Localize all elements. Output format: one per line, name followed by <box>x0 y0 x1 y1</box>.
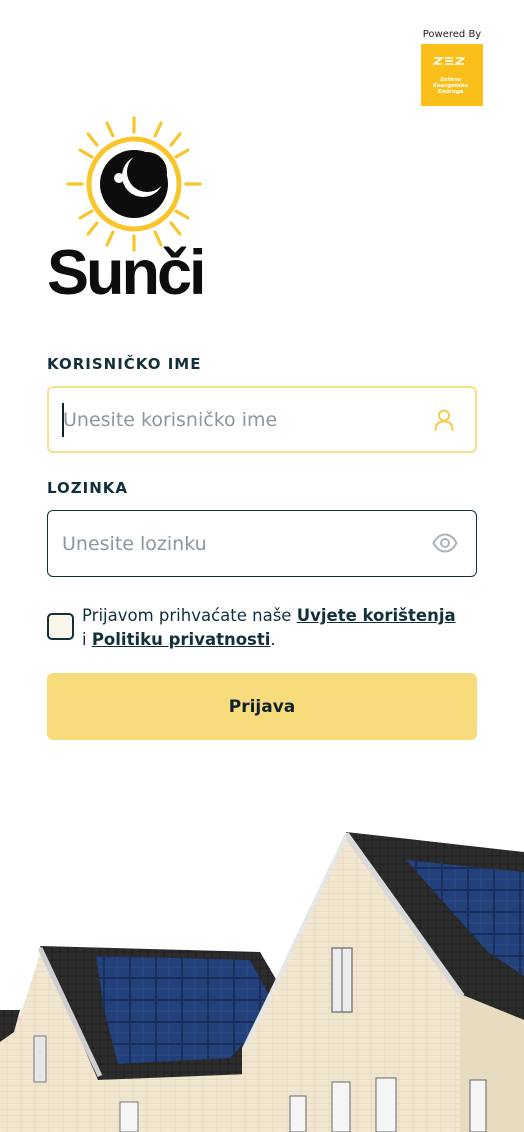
privacy-link[interactable]: Politiku privatnosti <box>92 630 271 649</box>
zez-name: Zelena Energetska Zadruga <box>433 77 469 95</box>
login-button[interactable]: Prijava <box>47 673 477 740</box>
user-icon <box>434 409 454 431</box>
solar-houses-image <box>0 832 524 1132</box>
eye-icon[interactable] <box>432 530 458 556</box>
username-label: KORISNIČKO IME <box>47 355 202 373</box>
terms-checkbox[interactable] <box>47 613 74 640</box>
powered-by-label: Powered By <box>422 29 482 40</box>
password-input[interactable] <box>62 511 412 576</box>
username-input[interactable] <box>63 388 413 451</box>
username-field[interactable] <box>47 386 477 453</box>
zez-mark-icon <box>433 57 465 65</box>
zez-logo: Zelena Energetska Zadruga <box>421 44 483 106</box>
terms-link[interactable]: Uvjete korištenja <box>297 606 456 625</box>
password-field[interactable] <box>47 510 477 577</box>
consent-text: Prijavom prihvaćate naše Uvjete korišten… <box>82 606 456 649</box>
brand-wordmark: Sunči <box>47 238 207 308</box>
password-label: LOZINKA <box>47 479 129 497</box>
powered-by: Powered By Zelena Energetska Zadruga <box>416 28 488 106</box>
